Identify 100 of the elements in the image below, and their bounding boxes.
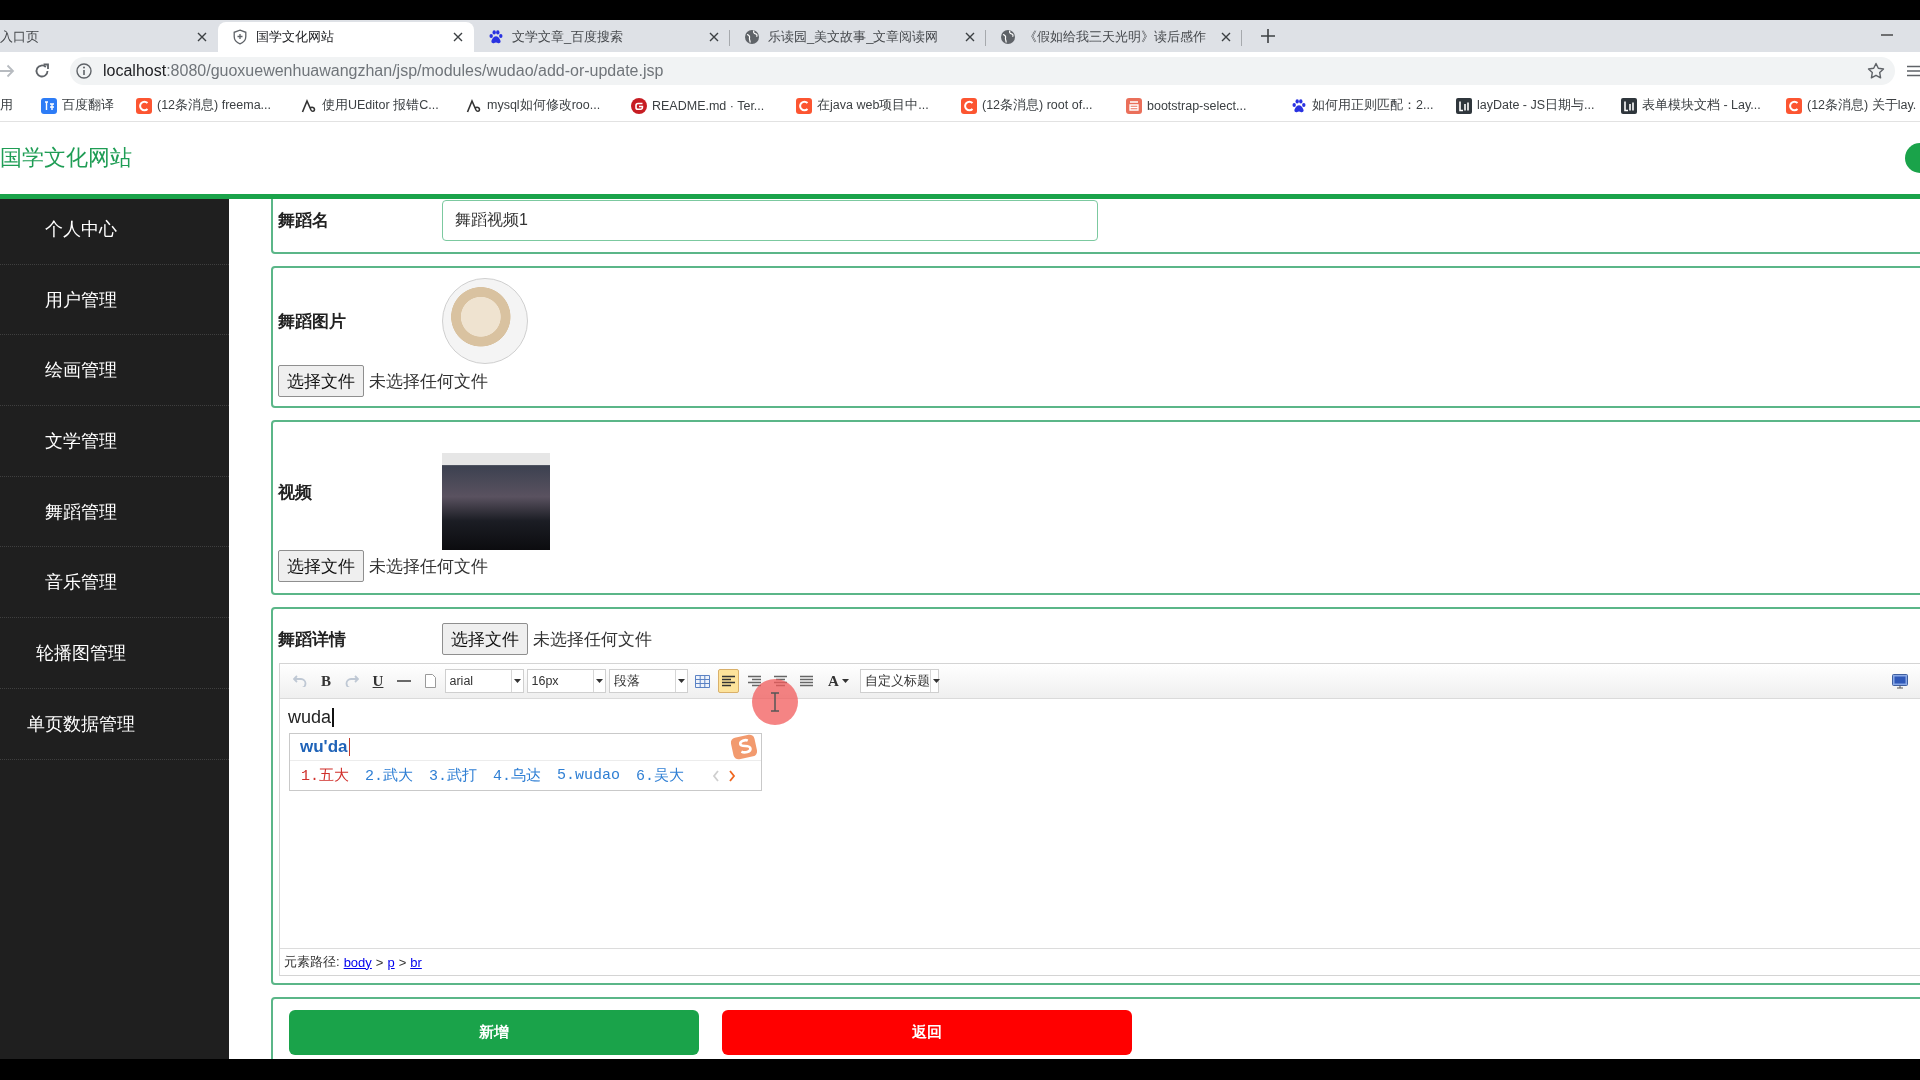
- font-color-button[interactable]: A: [821, 670, 856, 692]
- sidebar-item[interactable]: 单页数据管理: [0, 688, 229, 760]
- tile-icon: [41, 97, 57, 114]
- sidebar-item[interactable]: 绘画管理: [0, 335, 229, 407]
- ime-candidate[interactable]: 3.武打: [429, 766, 478, 785]
- sidebar-item[interactable]: 个人中心: [0, 199, 229, 265]
- ime-composition-text: wu'da: [300, 737, 350, 757]
- caret-icon: [841, 679, 849, 683]
- choose-file-button[interactable]: 选择文件: [442, 623, 528, 655]
- path-separator: >: [375, 954, 384, 970]
- info-icon: [76, 63, 92, 79]
- bar-tile-icon: [1456, 97, 1472, 114]
- page-icon: [424, 674, 436, 688]
- paw-icon: [488, 29, 504, 45]
- arrow-right-icon: [0, 64, 15, 78]
- path-separator: >: [398, 954, 407, 970]
- bookmark-link[interactable]: (12条消息) 关于lay.: [1786, 93, 1920, 118]
- align-left-button[interactable]: [717, 669, 739, 693]
- address-field[interactable]: localhost:8080/guoxuewenhuawangzhan/jsp/modules/wudao/add-or-update.jsp: [70, 57, 1895, 85]
- align-justify-icon: [798, 675, 814, 687]
- text-cursor-icon: [751, 678, 799, 726]
- close-icon: [453, 32, 463, 42]
- caret-icon: [513, 679, 521, 683]
- bookmark-link[interactable]: bootstrap-select...: [1126, 93, 1291, 118]
- browser-tab[interactable]: 国学文化网站: [218, 22, 474, 52]
- bookmark-link[interactable]: layDate - JS日期与...: [1456, 93, 1621, 118]
- site-title: 国学文化网站: [0, 144, 132, 172]
- element-path-label: 元素路径:: [284, 953, 340, 971]
- ime-candidate[interactable]: 6.吴大: [636, 766, 685, 785]
- caret-icon: [677, 679, 685, 683]
- bookmark-link[interactable]: mysql如何修改roo...: [466, 93, 631, 118]
- ime-candidate[interactable]: 1.五大: [301, 766, 349, 785]
- chevron-right-icon: [728, 769, 737, 782]
- bookmark-link[interactable]: README.md · Ter...: [631, 93, 796, 118]
- field-label: 舞蹈图片: [278, 310, 347, 333]
- caret-icon: [932, 679, 940, 683]
- choose-file-button[interactable]: 选择文件: [278, 550, 364, 582]
- paw-icon: [1291, 97, 1307, 114]
- close-icon: [197, 32, 207, 42]
- bookmark-link[interactable]: 如何用正则匹配：2...: [1291, 93, 1456, 118]
- chevron-left-icon: [712, 769, 721, 782]
- bookmark-link[interactable]: 用: [0, 93, 41, 118]
- editor-area[interactable]: wuda wu'da 1.五大 2.武大 3.武打 4.乌达 5.wudao 6.吴大: [280, 699, 1920, 948]
- bookmark-link[interactable]: (12条消息) freema...: [136, 93, 301, 118]
- element-path-link[interactable]: p: [387, 954, 395, 970]
- sidebar-item[interactable]: 文学管理: [0, 406, 229, 477]
- browser-tab[interactable]: 乐读园_美文故事_文章阅读网: [730, 22, 986, 52]
- caret-icon: [595, 679, 603, 683]
- ime-candidate[interactable]: 5.wudao: [557, 767, 621, 784]
- dropdown-select[interactable]: arial: [444, 669, 524, 693]
- arc-tile-icon: [961, 97, 977, 114]
- field-label: 视频: [278, 481, 313, 504]
- undo-icon: [293, 675, 307, 687]
- monitor-icon: [1892, 673, 1908, 689]
- text-input[interactable]: 舞蹈视频1: [442, 200, 1098, 241]
- sidebar-item[interactable]: 音乐管理: [0, 547, 229, 619]
- arc-tile-icon: [796, 97, 812, 114]
- file-status-text: 未选择任何文件: [533, 628, 652, 651]
- ime-logo-icon: [729, 732, 759, 762]
- bar-tile-icon: [1621, 97, 1637, 114]
- minimize-icon: [1881, 34, 1893, 36]
- element-path-link[interactable]: body: [343, 954, 372, 970]
- bookmark-link[interactable]: 使用UEditor 报错C...: [301, 93, 466, 118]
- bookmark-link[interactable]: 百度翻译: [41, 93, 136, 118]
- align-right-icon: [746, 675, 762, 687]
- choose-file-button[interactable]: 选择文件: [278, 365, 364, 397]
- sidebar-item[interactable]: 轮播图管理: [0, 618, 229, 689]
- table-icon: [694, 674, 710, 688]
- editor-text: wuda: [288, 707, 334, 728]
- dropdown-select[interactable]: 自定义标题: [859, 669, 939, 693]
- bookmark-link[interactable]: (12条消息) root of...: [961, 93, 1126, 118]
- menu-button[interactable]: [1906, 63, 1920, 79]
- ime-candidate[interactable]: 4.乌达: [493, 766, 542, 785]
- underline-button[interactable]: U: [367, 670, 389, 692]
- globe-icon: [744, 29, 760, 45]
- redo-icon: [345, 675, 359, 687]
- globe-icon: [1000, 29, 1016, 45]
- back-button[interactable]: 返回: [722, 1010, 1132, 1055]
- browser-tab[interactable]: 《假如给我三天光明》读后感作: [986, 22, 1242, 52]
- swirl-icon: [466, 97, 482, 114]
- browser-tab[interactable]: 文学文章_百度搜索: [474, 22, 730, 52]
- swirl-icon: [301, 97, 317, 114]
- arc-tile-icon: [136, 97, 152, 114]
- bookmark-link[interactable]: 表单模块文档 - Lay...: [1621, 93, 1786, 118]
- field-label: 舞蹈名: [278, 210, 330, 232]
- lined-tile-icon: [1126, 97, 1142, 114]
- horizontal-line-icon: [397, 680, 411, 682]
- file-status-text: 未选择任何文件: [369, 555, 488, 578]
- browser-tab[interactable]: 入口页: [0, 22, 218, 52]
- element-path-link[interactable]: br: [410, 954, 422, 970]
- align-left-icon: [720, 675, 736, 687]
- dropdown-select[interactable]: 段落: [608, 669, 688, 693]
- sidebar-item[interactable]: 用户管理: [0, 264, 229, 336]
- file-status-text: 未选择任何文件: [369, 370, 488, 393]
- dropdown-select[interactable]: 16px: [526, 669, 606, 693]
- menu-icon: [1906, 63, 1920, 79]
- ime-candidate[interactable]: 2.武大: [365, 766, 414, 785]
- sidebar-item[interactable]: 舞蹈管理: [0, 476, 229, 548]
- bookmark-link[interactable]: 在java web项目中...: [796, 93, 961, 118]
- bold-button[interactable]: B: [315, 670, 337, 692]
